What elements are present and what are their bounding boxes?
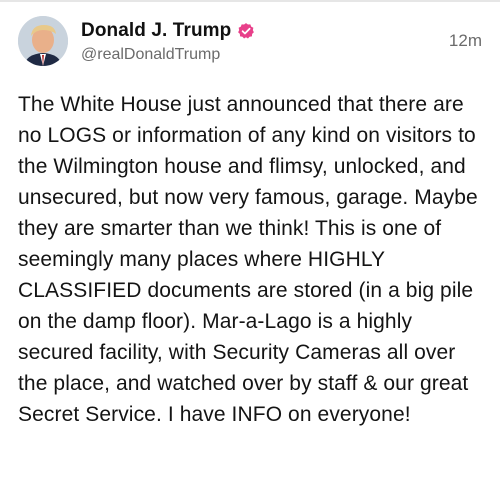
top-divider [0,0,500,2]
avatar[interactable] [18,16,68,66]
post-body-text: The White House just announced that ther… [18,93,478,426]
author-handle[interactable]: @realDonaldTrump [81,45,220,65]
post-timestamp[interactable]: 12m [449,30,482,52]
post-header: Donald J. Trump @realDonaldTrump 12m [18,16,482,70]
avatar-image [18,16,68,66]
verified-badge-icon [237,22,255,40]
author-name-row: Donald J. Trump [81,19,255,43]
author-display-name[interactable]: Donald J. Trump [81,19,231,43]
